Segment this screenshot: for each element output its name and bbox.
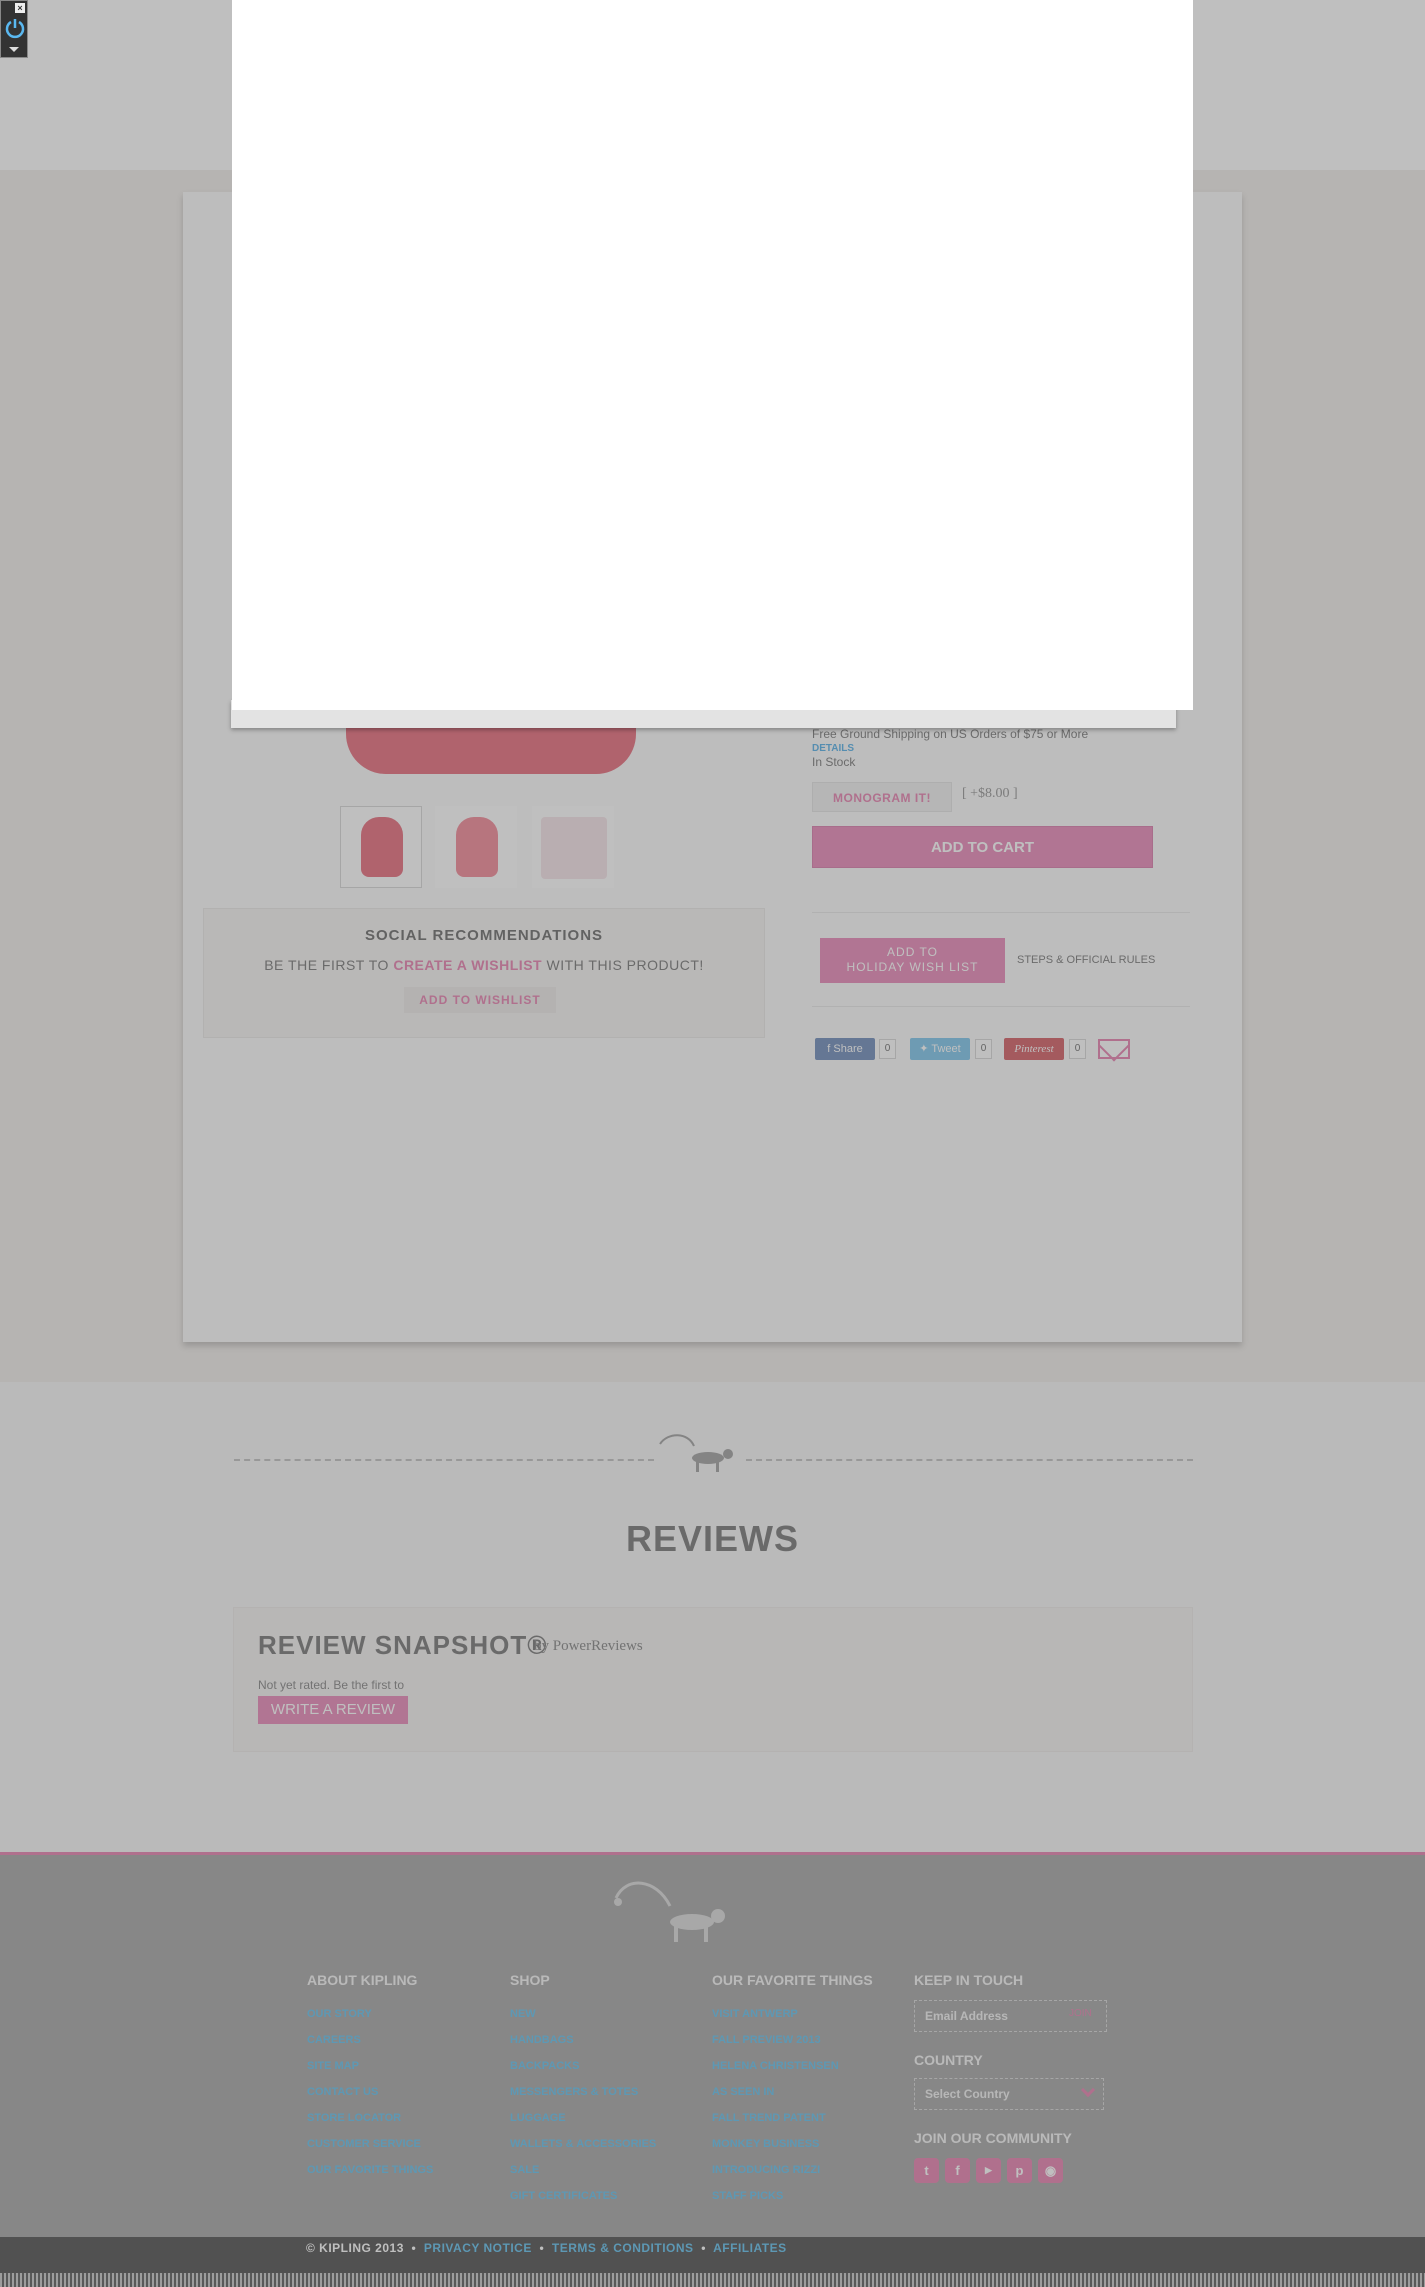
close-icon[interactable]: ×: [15, 3, 25, 13]
modal-dialog[interactable]: [232, 0, 1193, 710]
power-widget[interactable]: ×: [0, 0, 28, 58]
power-icon[interactable]: [4, 17, 26, 39]
chevron-down-icon[interactable]: [9, 47, 19, 52]
